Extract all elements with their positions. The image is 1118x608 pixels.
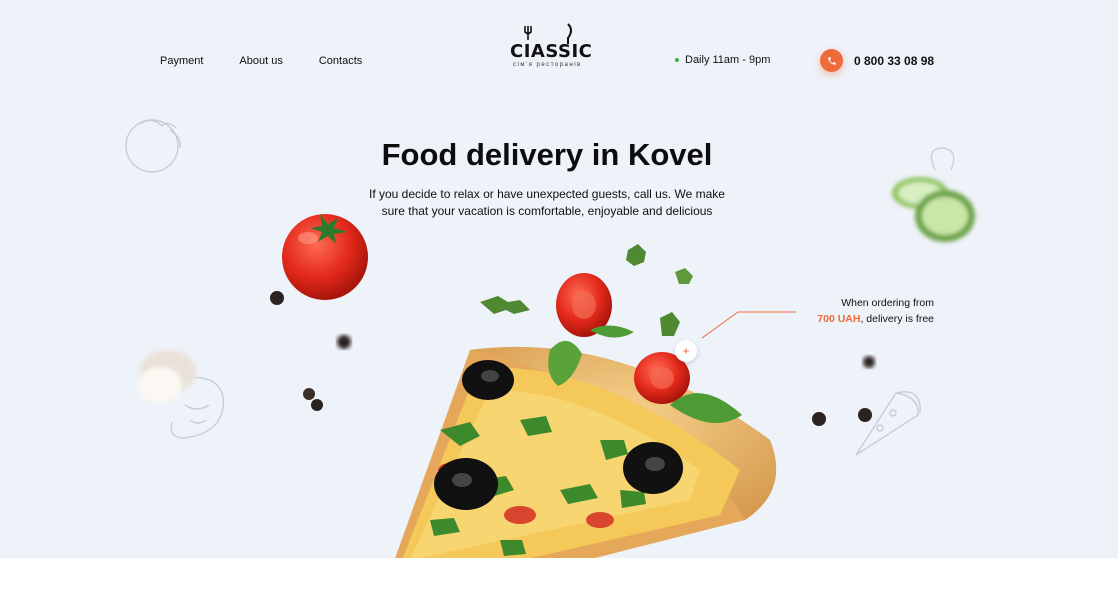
hero-subtitle-line1: If you decide to relax or have unexpecte… xyxy=(369,187,725,201)
promo-amount: 700 UAH xyxy=(817,313,861,325)
promo-line1: When ordering from xyxy=(841,297,934,309)
free-delivery-note: When ordering from 700 UAH, delivery is … xyxy=(790,295,934,327)
logo-subtitle: сім'я ресторанів xyxy=(513,62,582,68)
nav-contacts[interactable]: Contacts xyxy=(319,55,362,67)
phone-contact[interactable]: 0 800 33 08 98 xyxy=(820,49,934,72)
working-hours-text: Daily 11am - 9pm xyxy=(685,54,771,66)
hero-section: Payment About us Contacts CIASSIC сім'я … xyxy=(0,0,1118,558)
nav-payment[interactable]: Payment xyxy=(160,55,203,67)
logo[interactable]: CIASSIC сім'я ресторанів xyxy=(510,22,592,70)
content-start-band xyxy=(0,558,1118,608)
main-nav: Payment About us Contacts xyxy=(160,55,398,67)
phone-number[interactable]: 0 800 33 08 98 xyxy=(854,54,934,68)
working-hours: Daily 11am - 9pm xyxy=(675,54,770,66)
status-dot xyxy=(675,58,679,62)
promo-line2: 700 UAH, delivery is free xyxy=(790,311,934,327)
promo-connector-line xyxy=(701,311,796,339)
promo-hotspot-button[interactable]: + xyxy=(675,340,697,362)
promo-line2-rest: , delivery is free xyxy=(860,313,934,325)
tomato-image xyxy=(282,214,368,300)
pizza-outline-icon xyxy=(855,391,921,456)
hero-subtitle: If you decide to relax or have unexpecte… xyxy=(0,186,1094,220)
page-title: Food delivery in Kovel xyxy=(381,137,713,172)
phone-icon[interactable] xyxy=(820,49,843,72)
hero-subtitle-line2: sure that your vacation is comfortable, … xyxy=(381,204,713,218)
logo-word: CIASSIC xyxy=(510,41,593,62)
nav-about-us[interactable]: About us xyxy=(239,55,282,67)
hero-illustration xyxy=(125,119,975,558)
